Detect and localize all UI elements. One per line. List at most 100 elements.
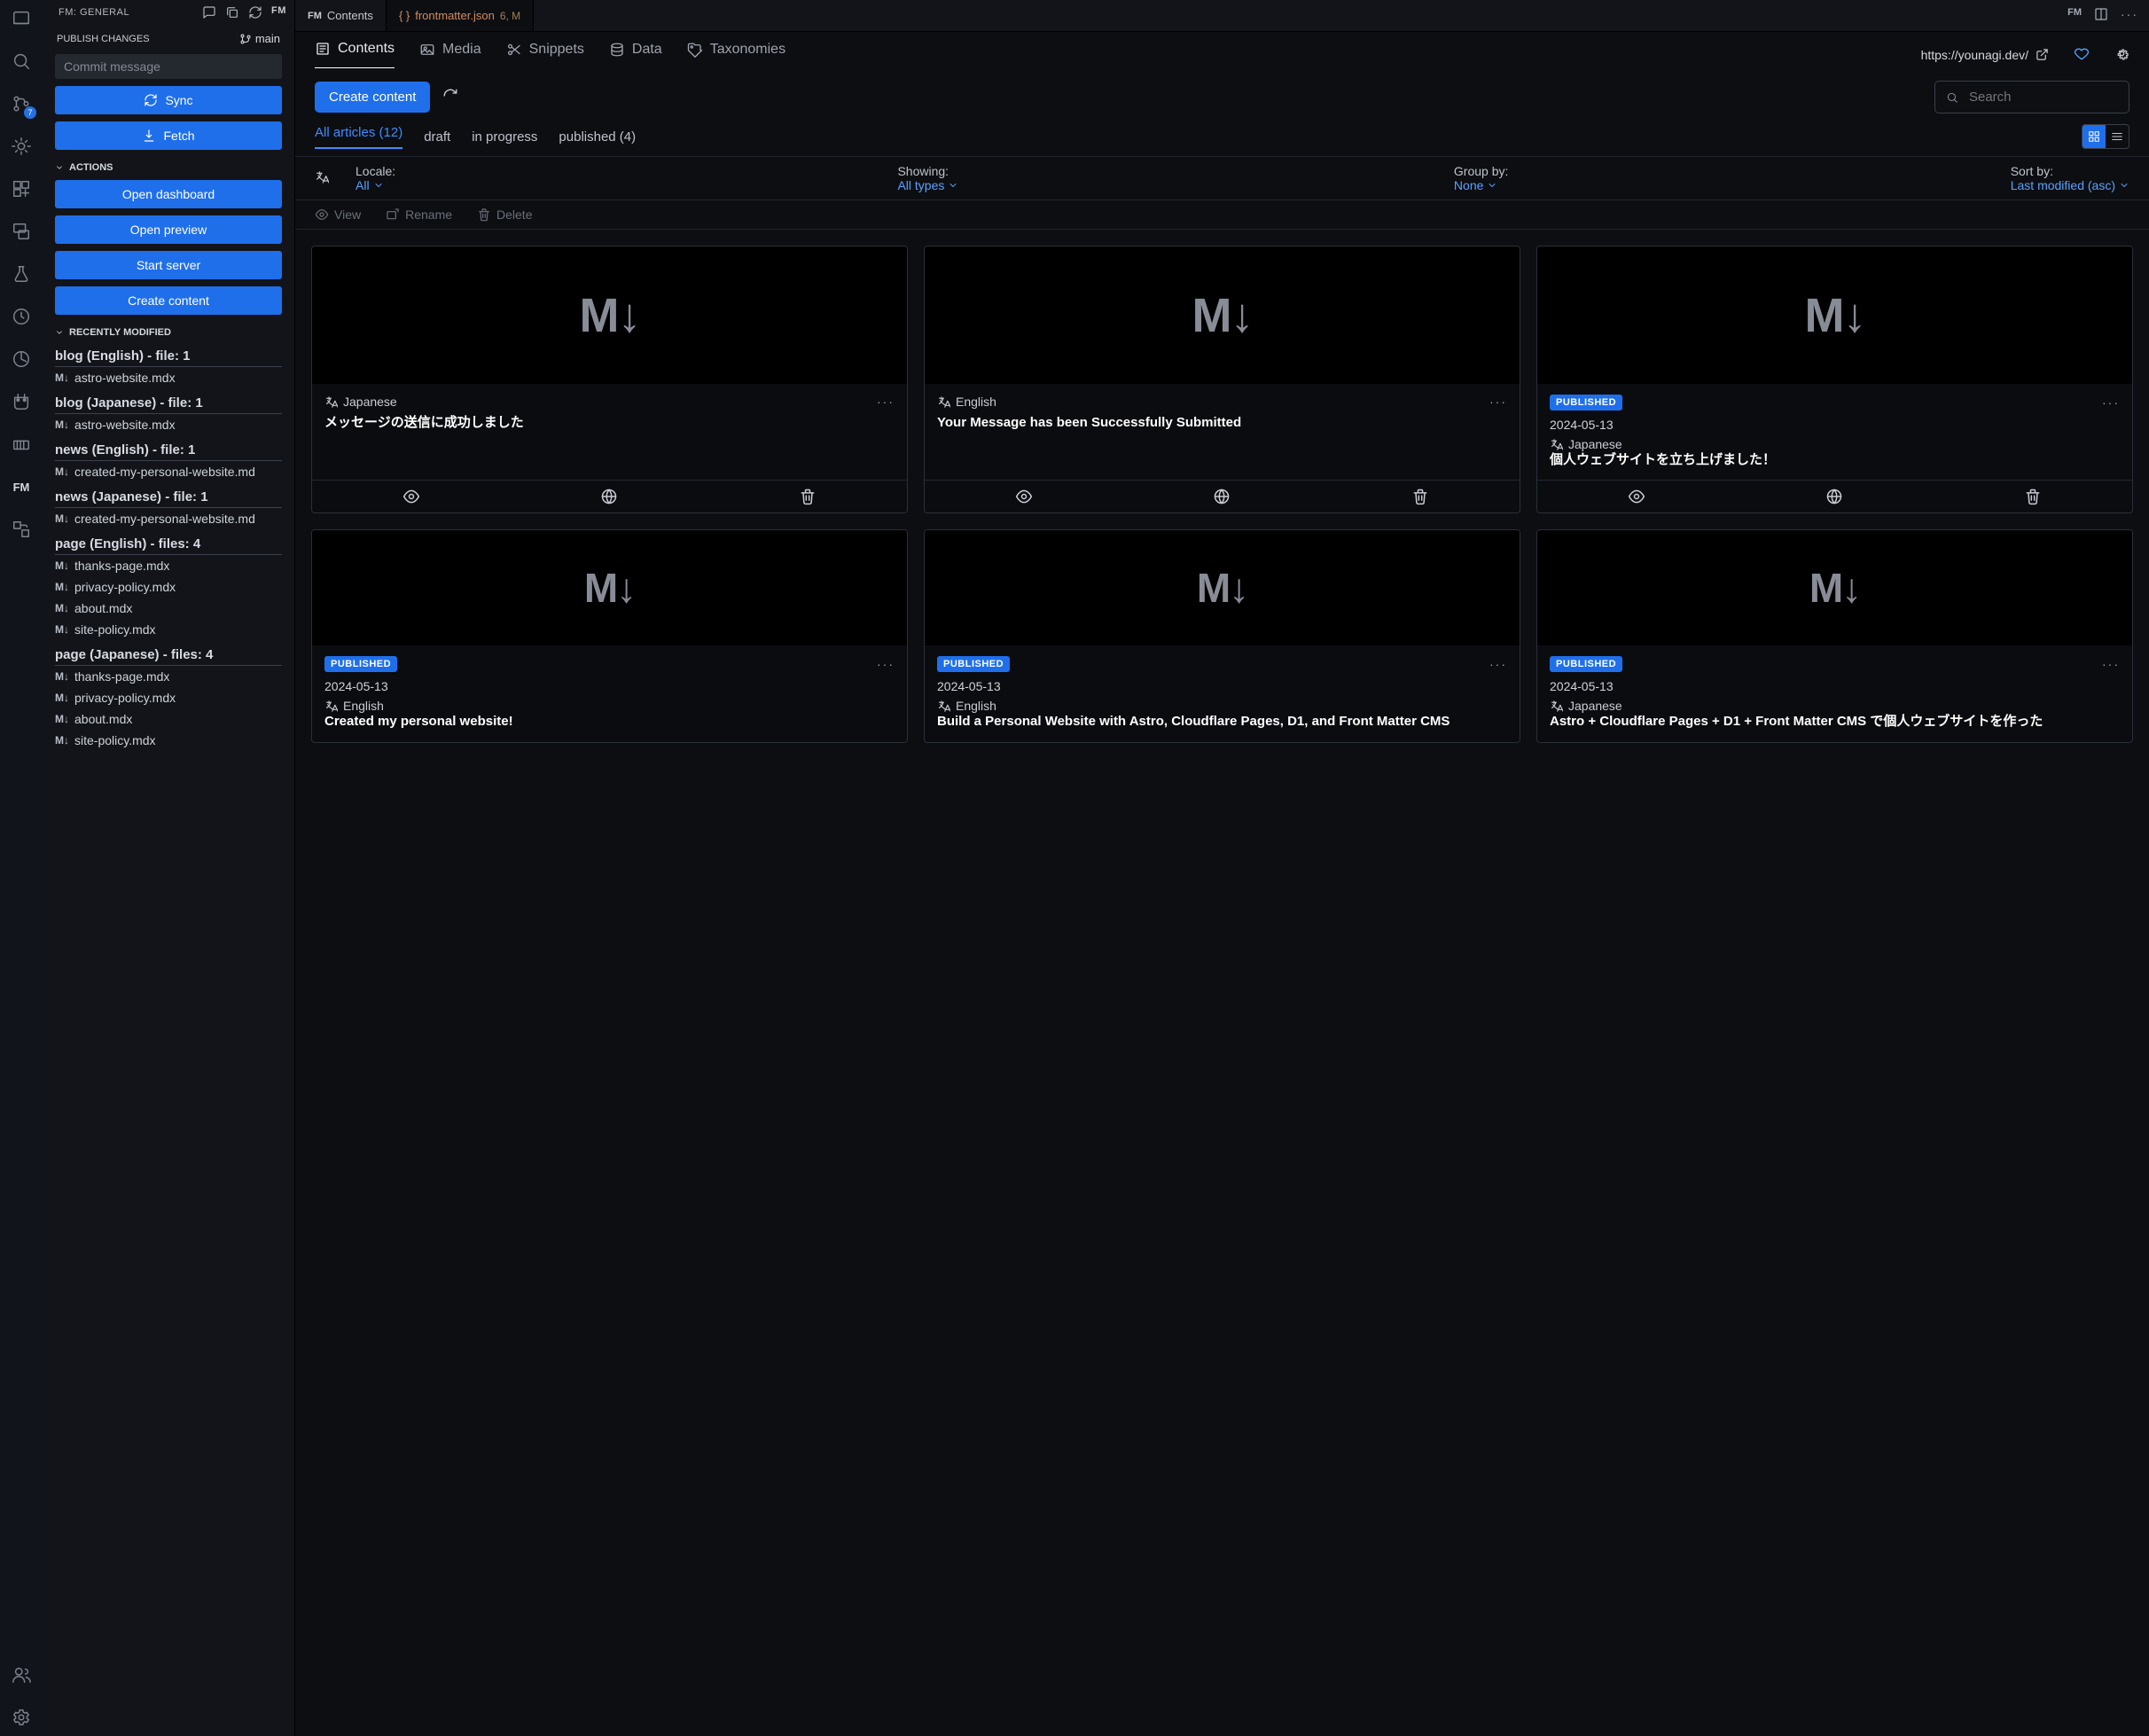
content-card[interactable]: M↓PUBLISHED···2024-05-13Japanese個人ウェブサイト… [1536,246,2133,513]
card-globe-icon[interactable] [1213,488,1231,505]
nav-contents[interactable]: Contents [315,41,395,68]
showing-select[interactable]: All types [897,178,958,192]
card-lang: Japanese [1550,699,2120,713]
card-view-icon[interactable] [402,488,420,505]
recent-group-title[interactable]: news (Japanese) - file: 1 [55,482,282,508]
clock-icon[interactable] [10,305,33,328]
branch-indicator[interactable]: main [239,32,280,45]
filter-all[interactable]: All articles (12) [315,125,402,149]
remote-icon[interactable] [10,220,33,243]
card-view-icon[interactable] [1628,488,1645,505]
search-box[interactable] [1934,81,2129,113]
recent-file[interactable]: M↓site-policy.mdx [55,619,282,640]
card-more-icon[interactable]: ··· [1489,657,1507,671]
recent-file[interactable]: M↓created-my-personal-website.md [55,461,282,482]
split-icon[interactable] [2094,7,2108,24]
tab-frontmatter-json[interactable]: { } frontmatter.json 6, M [387,0,534,31]
card-delete-icon[interactable] [799,488,817,505]
op-view[interactable]: View [315,207,361,222]
copy-icon[interactable] [225,5,239,20]
grid-view-icon[interactable] [2083,125,2106,148]
card-view-icon[interactable] [1015,488,1033,505]
nav-media[interactable]: Media [419,42,481,68]
site-link[interactable]: https://younagi.dev/ [1921,48,2049,62]
refresh-content-icon[interactable] [442,88,458,106]
recent-group-title[interactable]: page (English) - files: 4 [55,529,282,555]
explorer-icon[interactable] [10,7,33,30]
commit-message-input[interactable]: Commit message [55,54,282,79]
recent-collapsible[interactable]: RECENTLY MODIFIED [43,318,294,341]
start-server-button[interactable]: Start server [55,251,282,279]
recent-file[interactable]: M↓privacy-policy.mdx [55,687,282,708]
search-icon[interactable] [10,50,33,73]
beaker-icon[interactable] [10,262,33,285]
nav-taxonomies[interactable]: Taxonomies [687,42,785,68]
card-delete-icon[interactable] [2024,488,2042,505]
fm-icon[interactable]: FM [10,475,33,498]
card-more-icon[interactable]: ··· [877,395,895,409]
search-input[interactable] [1967,89,2118,106]
chat-icon[interactable] [202,5,216,20]
extensions-icon[interactable] [10,177,33,200]
recent-group-title[interactable]: page (Japanese) - files: 4 [55,640,282,666]
more-icon[interactable]: ··· [2121,7,2138,24]
filter-draft[interactable]: draft [424,129,450,145]
fetch-button[interactable]: Fetch [55,121,282,150]
recent-file[interactable]: M↓thanks-page.mdx [55,555,282,576]
heart-icon[interactable] [2074,45,2090,64]
fm-tool-icon[interactable]: FM [2067,7,2082,24]
card-more-icon[interactable]: ··· [2102,657,2120,671]
card-more-icon[interactable]: ··· [2102,395,2120,410]
container-icon[interactable] [10,433,33,456]
locale-select[interactable]: All [356,178,402,192]
recent-group-title[interactable]: blog (Japanese) - file: 1 [55,388,282,414]
markdown-icon: M↓ [55,418,69,431]
recent-file[interactable]: M↓about.mdx [55,708,282,730]
sync-button[interactable]: Sync [55,86,282,114]
card-more-icon[interactable]: ··· [877,657,895,671]
op-rename[interactable]: Rename [386,207,452,222]
fm-small-icon[interactable]: FM [271,5,285,20]
source-control-icon[interactable] [10,92,33,115]
robot-icon[interactable] [10,390,33,413]
actions-collapsible[interactable]: ACTIONS [43,153,294,176]
tab-contents[interactable]: FM Contents [295,0,387,31]
group-select[interactable]: None [1454,178,1515,192]
timeline-icon[interactable] [10,348,33,371]
accounts-icon[interactable] [10,1663,33,1686]
sort-select[interactable]: Last modified (asc) [2011,178,2129,192]
debug-icon[interactable] [10,135,33,158]
recent-file[interactable]: M↓thanks-page.mdx [55,666,282,687]
nav-snippets[interactable]: Snippets [506,42,584,68]
recent-group-title[interactable]: blog (English) - file: 1 [55,341,282,367]
create-content-button[interactable]: Create content [315,82,430,113]
panel-icon[interactable] [10,518,33,541]
content-card[interactable]: M↓PUBLISHED···2024-05-13EnglishCreated m… [311,529,908,742]
op-delete[interactable]: Delete [477,207,532,222]
list-view-icon[interactable] [2106,125,2129,148]
create-content-side-button[interactable]: Create content [55,286,282,315]
content-card[interactable]: M↓PUBLISHED···2024-05-13JapaneseAstro + … [1536,529,2133,742]
settings-icon[interactable] [10,1706,33,1729]
content-card[interactable]: M↓English···Your Message has been Succes… [924,246,1520,513]
card-more-icon[interactable]: ··· [1489,395,1507,409]
open-dashboard-button[interactable]: Open dashboard [55,180,282,208]
filter-progress[interactable]: in progress [472,129,537,145]
refresh-icon[interactable] [248,5,262,20]
filter-published[interactable]: published (4) [559,129,636,145]
settings-gear-icon[interactable] [2114,46,2129,64]
recent-file[interactable]: M↓created-my-personal-website.md [55,508,282,529]
open-preview-button[interactable]: Open preview [55,215,282,244]
card-delete-icon[interactable] [1411,488,1429,505]
recent-file[interactable]: M↓astro-website.mdx [55,367,282,388]
recent-file[interactable]: M↓privacy-policy.mdx [55,576,282,598]
card-globe-icon[interactable] [1825,488,1843,505]
nav-data[interactable]: Data [609,42,662,68]
card-globe-icon[interactable] [600,488,618,505]
recent-file[interactable]: M↓astro-website.mdx [55,414,282,435]
recent-file[interactable]: M↓about.mdx [55,598,282,619]
recent-group-title[interactable]: news (English) - file: 1 [55,435,282,461]
content-card[interactable]: M↓Japanese···メッセージの送信に成功しました [311,246,908,513]
content-card[interactable]: M↓PUBLISHED···2024-05-13EnglishBuild a P… [924,529,1520,742]
recent-file[interactable]: M↓site-policy.mdx [55,730,282,751]
